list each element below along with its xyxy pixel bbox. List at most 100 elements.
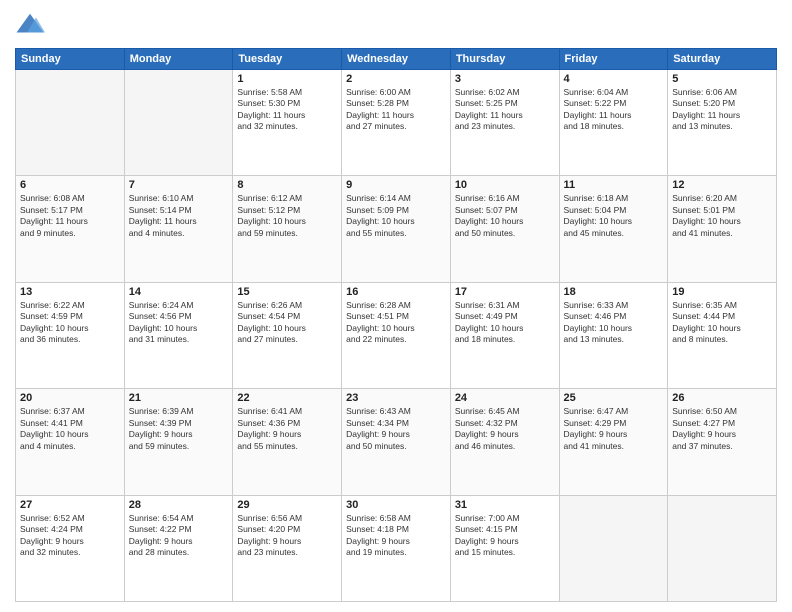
day-info: Sunrise: 6:45 AM Sunset: 4:32 PM Dayligh… bbox=[455, 406, 555, 452]
day-info: Sunrise: 6:58 AM Sunset: 4:18 PM Dayligh… bbox=[346, 513, 446, 559]
calendar-cell: 5 Sunrise: 6:06 AM Sunset: 5:20 PM Daylig… bbox=[668, 70, 777, 176]
day-info: Sunrise: 6:12 AM Sunset: 5:12 PM Dayligh… bbox=[237, 193, 337, 239]
calendar-cell bbox=[668, 495, 777, 601]
day-number: 3 bbox=[455, 73, 555, 85]
calendar-cell: 28Sunrise: 6:54 AM Sunset: 4:22 PM Dayli… bbox=[124, 495, 233, 601]
calendar-cell: 25 Sunrise: 6:47 AM Sunset: 4:29 PM Dayli… bbox=[559, 389, 668, 495]
day-info: Sunrise: 7:00 AM Sunset: 4:15 PM Dayligh… bbox=[455, 513, 555, 559]
calendar-cell: 21Sunrise: 6:39 AM Sunset: 4:39 PM Dayli… bbox=[124, 389, 233, 495]
day-number: 6 bbox=[20, 179, 120, 191]
day-info: Sunrise: 6:28 AM Sunset: 4:51 PM Dayligh… bbox=[346, 300, 446, 346]
calendar-cell: 22Sunrise: 6:41 AM Sunset: 4:36 PM Dayli… bbox=[233, 389, 342, 495]
calendar-cell: 9 Sunrise: 6:14 AM Sunset: 5:09 PM Daylig… bbox=[342, 176, 451, 282]
calendar-cell: 23 Sunrise: 6:43 AM Sunset: 4:34 PM Dayli… bbox=[342, 389, 451, 495]
calendar-cell: 29 Sunrise: 6:56 AM Sunset: 4:20 PM Dayli… bbox=[233, 495, 342, 601]
calendar-cell: 4 Sunrise: 6:04 AM Sunset: 5:22 PM Daylig… bbox=[559, 70, 668, 176]
logo-icon bbox=[15, 10, 45, 40]
weekday-header-tuesday: Tuesday bbox=[233, 49, 342, 70]
day-number: 23 bbox=[346, 392, 446, 404]
calendar-cell: 16 Sunrise: 6:28 AM Sunset: 4:51 PM Dayli… bbox=[342, 282, 451, 388]
day-number: 4 bbox=[564, 73, 664, 85]
day-info: Sunrise: 6:00 AM Sunset: 5:28 PM Dayligh… bbox=[346, 87, 446, 133]
calendar-cell: 20Sunrise: 6:37 AM Sunset: 4:41 PM Dayli… bbox=[16, 389, 125, 495]
calendar-cell: 15 Sunrise: 6:26 AM Sunset: 4:54 PM Dayli… bbox=[233, 282, 342, 388]
day-info: Sunrise: 6:50 AM Sunset: 4:27 PM Dayligh… bbox=[672, 406, 772, 452]
weekday-header-wednesday: Wednesday bbox=[342, 49, 451, 70]
weekday-header-friday: Friday bbox=[559, 49, 668, 70]
day-number: 24 bbox=[455, 392, 555, 404]
calendar-cell: 30 Sunrise: 6:58 AM Sunset: 4:18 PM Dayli… bbox=[342, 495, 451, 601]
day-info: Sunrise: 6:06 AM Sunset: 5:20 PM Dayligh… bbox=[672, 87, 772, 133]
day-info: Sunrise: 6:33 AM Sunset: 4:46 PM Dayligh… bbox=[564, 300, 664, 346]
day-number: 17 bbox=[455, 286, 555, 298]
day-info: Sunrise: 6:35 AM Sunset: 4:44 PM Dayligh… bbox=[672, 300, 772, 346]
day-info: Sunrise: 6:10 AM Sunset: 5:14 PM Dayligh… bbox=[129, 193, 229, 239]
calendar-cell: 1 Sunrise: 5:58 AM Sunset: 5:30 PM Daylig… bbox=[233, 70, 342, 176]
day-info: Sunrise: 6:02 AM Sunset: 5:25 PM Dayligh… bbox=[455, 87, 555, 133]
day-info: Sunrise: 5:58 AM Sunset: 5:30 PM Dayligh… bbox=[237, 87, 337, 133]
week-row-4: 20Sunrise: 6:37 AM Sunset: 4:41 PM Dayli… bbox=[16, 389, 777, 495]
day-info: Sunrise: 6:20 AM Sunset: 5:01 PM Dayligh… bbox=[672, 193, 772, 239]
calendar-cell: 6 Sunrise: 6:08 AM Sunset: 5:17 PM Daylig… bbox=[16, 176, 125, 282]
day-info: Sunrise: 6:52 AM Sunset: 4:24 PM Dayligh… bbox=[20, 513, 120, 559]
day-number: 31 bbox=[455, 499, 555, 511]
header bbox=[15, 10, 777, 40]
weekday-header-row: SundayMondayTuesdayWednesdayThursdayFrid… bbox=[16, 49, 777, 70]
logo bbox=[15, 10, 49, 40]
calendar-cell: 11 Sunrise: 6:18 AM Sunset: 5:04 PM Dayli… bbox=[559, 176, 668, 282]
day-info: Sunrise: 6:56 AM Sunset: 4:20 PM Dayligh… bbox=[237, 513, 337, 559]
calendar-cell bbox=[559, 495, 668, 601]
calendar-cell: 31 Sunrise: 7:00 AM Sunset: 4:15 PM Dayli… bbox=[450, 495, 559, 601]
day-number: 5 bbox=[672, 73, 772, 85]
week-row-5: 27Sunrise: 6:52 AM Sunset: 4:24 PM Dayli… bbox=[16, 495, 777, 601]
day-number: 18 bbox=[564, 286, 664, 298]
calendar-cell: 8 Sunrise: 6:12 AM Sunset: 5:12 PM Daylig… bbox=[233, 176, 342, 282]
day-number: 16 bbox=[346, 286, 446, 298]
day-info: Sunrise: 6:43 AM Sunset: 4:34 PM Dayligh… bbox=[346, 406, 446, 452]
day-number: 19 bbox=[672, 286, 772, 298]
calendar-cell: 17 Sunrise: 6:31 AM Sunset: 4:49 PM Dayli… bbox=[450, 282, 559, 388]
week-row-1: 1 Sunrise: 5:58 AM Sunset: 5:30 PM Daylig… bbox=[16, 70, 777, 176]
day-info: Sunrise: 6:04 AM Sunset: 5:22 PM Dayligh… bbox=[564, 87, 664, 133]
calendar-cell bbox=[124, 70, 233, 176]
day-info: Sunrise: 6:54 AM Sunset: 4:22 PM Dayligh… bbox=[129, 513, 229, 559]
day-number: 29 bbox=[237, 499, 337, 511]
day-info: Sunrise: 6:47 AM Sunset: 4:29 PM Dayligh… bbox=[564, 406, 664, 452]
page: SundayMondayTuesdayWednesdayThursdayFrid… bbox=[0, 0, 792, 612]
day-number: 13 bbox=[20, 286, 120, 298]
day-number: 15 bbox=[237, 286, 337, 298]
calendar-cell: 2Sunrise: 6:00 AM Sunset: 5:28 PM Daylig… bbox=[342, 70, 451, 176]
weekday-header-thursday: Thursday bbox=[450, 49, 559, 70]
calendar-cell: 12Sunrise: 6:20 AM Sunset: 5:01 PM Dayli… bbox=[668, 176, 777, 282]
day-info: Sunrise: 6:22 AM Sunset: 4:59 PM Dayligh… bbox=[20, 300, 120, 346]
calendar-cell: 14 Sunrise: 6:24 AM Sunset: 4:56 PM Dayli… bbox=[124, 282, 233, 388]
day-info: Sunrise: 6:18 AM Sunset: 5:04 PM Dayligh… bbox=[564, 193, 664, 239]
day-info: Sunrise: 6:16 AM Sunset: 5:07 PM Dayligh… bbox=[455, 193, 555, 239]
day-number: 8 bbox=[237, 179, 337, 191]
day-number: 1 bbox=[237, 73, 337, 85]
day-number: 26 bbox=[672, 392, 772, 404]
weekday-header-saturday: Saturday bbox=[668, 49, 777, 70]
day-info: Sunrise: 6:26 AM Sunset: 4:54 PM Dayligh… bbox=[237, 300, 337, 346]
day-info: Sunrise: 6:14 AM Sunset: 5:09 PM Dayligh… bbox=[346, 193, 446, 239]
calendar-cell bbox=[16, 70, 125, 176]
calendar-cell: 13 Sunrise: 6:22 AM Sunset: 4:59 PM Dayli… bbox=[16, 282, 125, 388]
week-row-3: 13 Sunrise: 6:22 AM Sunset: 4:59 PM Dayli… bbox=[16, 282, 777, 388]
day-number: 14 bbox=[129, 286, 229, 298]
day-number: 11 bbox=[564, 179, 664, 191]
day-number: 9 bbox=[346, 179, 446, 191]
calendar-cell: 3 Sunrise: 6:02 AM Sunset: 5:25 PM Daylig… bbox=[450, 70, 559, 176]
day-number: 10 bbox=[455, 179, 555, 191]
day-info: Sunrise: 6:08 AM Sunset: 5:17 PM Dayligh… bbox=[20, 193, 120, 239]
day-number: 25 bbox=[564, 392, 664, 404]
day-info: Sunrise: 6:24 AM Sunset: 4:56 PM Dayligh… bbox=[129, 300, 229, 346]
day-info: Sunrise: 6:31 AM Sunset: 4:49 PM Dayligh… bbox=[455, 300, 555, 346]
calendar-table: SundayMondayTuesdayWednesdayThursdayFrid… bbox=[15, 48, 777, 602]
day-number: 30 bbox=[346, 499, 446, 511]
day-number: 21 bbox=[129, 392, 229, 404]
weekday-header-monday: Monday bbox=[124, 49, 233, 70]
week-row-2: 6 Sunrise: 6:08 AM Sunset: 5:17 PM Daylig… bbox=[16, 176, 777, 282]
day-number: 20 bbox=[20, 392, 120, 404]
calendar-cell: 18 Sunrise: 6:33 AM Sunset: 4:46 PM Dayli… bbox=[559, 282, 668, 388]
weekday-header-sunday: Sunday bbox=[16, 49, 125, 70]
